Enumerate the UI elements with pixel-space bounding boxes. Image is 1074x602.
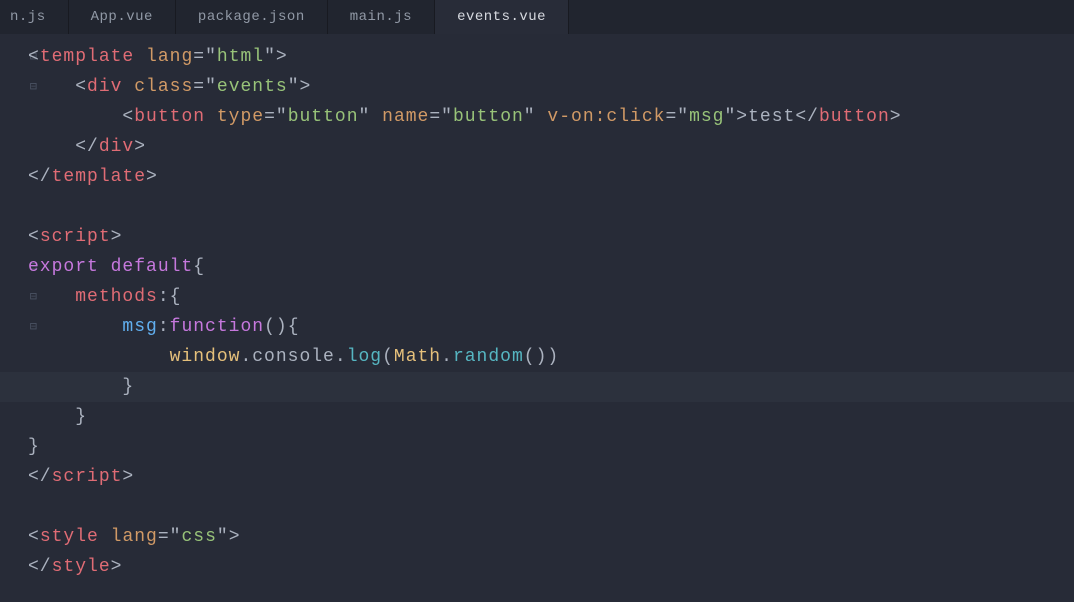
- gutter-line: [0, 462, 28, 492]
- gutter-line: ⊟: [0, 72, 28, 102]
- tab-events-vue[interactable]: events.vue: [435, 0, 569, 34]
- gutter-line: ⊟: [0, 312, 28, 342]
- gutter-line: [0, 162, 28, 192]
- gutter-line: [0, 222, 28, 252]
- gutter-line: [0, 402, 28, 432]
- gutter-line: [0, 342, 28, 372]
- code-line[interactable]: export default{: [28, 252, 1074, 282]
- gutter-line: [0, 102, 28, 132]
- tab-label: events.vue: [457, 9, 546, 25]
- code-line[interactable]: <template lang="html">: [28, 42, 1074, 72]
- code-line[interactable]: [28, 192, 1074, 222]
- code-line[interactable]: <script>: [28, 222, 1074, 252]
- code-line[interactable]: }: [28, 372, 1074, 402]
- code-line[interactable]: }: [28, 402, 1074, 432]
- tab-app-vue[interactable]: App.vue: [69, 0, 176, 34]
- code-line[interactable]: </style>: [28, 552, 1074, 582]
- tab-package-json[interactable]: package.json: [176, 0, 328, 34]
- gutter-line: ⊟: [0, 42, 28, 72]
- tab-label: package.json: [198, 9, 305, 25]
- tab-label: App.vue: [91, 9, 153, 25]
- code-line[interactable]: <button type="button" name="button" v-on…: [28, 102, 1074, 132]
- code-line[interactable]: }: [28, 432, 1074, 462]
- gutter: ⊟ ⊟ ⊟ ⊟ ⊟: [0, 34, 28, 602]
- gutter-line: [0, 132, 28, 162]
- code-line[interactable]: </script>: [28, 462, 1074, 492]
- gutter-line: [0, 522, 28, 552]
- gutter-line: [0, 552, 28, 582]
- tab-label: n.js: [10, 9, 46, 25]
- code-line[interactable]: <style lang="css">: [28, 522, 1074, 552]
- code-line[interactable]: </template>: [28, 162, 1074, 192]
- gutter-line: [0, 432, 28, 462]
- code-area[interactable]: <template lang="html"> <div class="event…: [28, 34, 1074, 602]
- gutter-line: ⊟: [0, 282, 28, 312]
- gutter-line: ⊟: [0, 252, 28, 282]
- editor: ⊟ ⊟ ⊟ ⊟ ⊟ <template lang="html"> <div cl…: [0, 34, 1074, 602]
- code-line[interactable]: </div>: [28, 132, 1074, 162]
- gutter-line: [0, 492, 28, 522]
- code-line[interactable]: methods:{: [28, 282, 1074, 312]
- code-line[interactable]: window.console.log(Math.random()): [28, 342, 1074, 372]
- code-line[interactable]: msg:function(){: [28, 312, 1074, 342]
- gutter-line: [0, 192, 28, 222]
- tab-label: main.js: [350, 9, 412, 25]
- tab-n-js[interactable]: n.js: [0, 0, 69, 34]
- tab-bar: n.js App.vue package.json main.js events…: [0, 0, 1074, 34]
- code-line[interactable]: [28, 492, 1074, 522]
- code-line[interactable]: <div class="events">: [28, 72, 1074, 102]
- tab-main-js[interactable]: main.js: [328, 0, 435, 34]
